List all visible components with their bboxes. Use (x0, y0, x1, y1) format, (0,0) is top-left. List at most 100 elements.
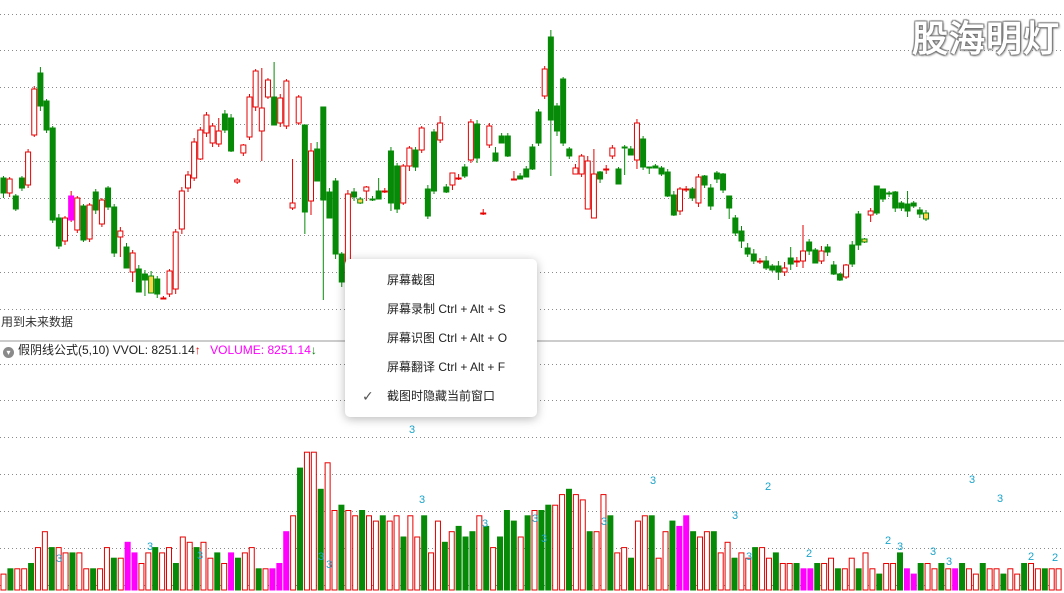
candle-body (517, 175, 524, 180)
candle-body (18, 177, 25, 189)
candle-body (683, 188, 690, 191)
candle-body (689, 188, 696, 199)
candle-body (105, 187, 112, 208)
volume-bar (490, 547, 497, 591)
volume-count-label: 3 (409, 424, 415, 436)
volume-label: VOLUME: (210, 343, 268, 357)
volume-bar (1028, 563, 1035, 591)
volume-bar (131, 552, 138, 591)
candle-body (461, 166, 468, 177)
volume-bar (276, 563, 283, 591)
volume-bar (365, 515, 372, 591)
candle-body (566, 148, 573, 157)
candle-body (701, 175, 708, 186)
candle-body (31, 88, 38, 136)
volume-bar (207, 557, 214, 591)
volume-bar (614, 552, 621, 591)
volume-bar (621, 547, 628, 591)
menu-item-label: 截图时隐藏当前窗口 (387, 389, 496, 403)
candle-body (584, 160, 591, 210)
candle-body (240, 144, 247, 154)
candle-body (627, 148, 634, 156)
volume-bar (648, 515, 655, 591)
candle-body (707, 187, 714, 207)
candle-body (203, 114, 210, 134)
volume-bar (993, 568, 1000, 591)
volume-bar (586, 531, 593, 591)
volume-count-label: 3 (532, 513, 538, 525)
candle-body (855, 213, 862, 246)
volume-bar (110, 557, 117, 591)
volume-count-label: 2 (1028, 551, 1034, 563)
volume-value: 8251.14 (267, 343, 311, 357)
candle-body (369, 198, 376, 201)
candle-body (898, 202, 905, 209)
volume-bar (28, 563, 35, 591)
volume-bar (124, 541, 131, 591)
volume-bar (503, 510, 510, 591)
candle-body (775, 265, 782, 273)
volume-bar (510, 520, 517, 591)
volume-bar (724, 541, 731, 591)
indicator-toggle-icon[interactable]: ▾ (3, 347, 14, 358)
candle-body (141, 273, 148, 281)
volume-bar (579, 499, 586, 591)
volume-count-label: 3 (969, 474, 975, 486)
volume-bar (517, 536, 524, 591)
candle-body (861, 238, 868, 243)
volume-bar (0, 573, 7, 591)
volume-bar (393, 515, 400, 591)
candle-body (670, 194, 677, 216)
volume-bar (83, 568, 90, 591)
menu-item-hide-window[interactable]: ✓ 截图时隐藏当前窗口 (345, 382, 537, 411)
volume-count-label: 3 (930, 546, 936, 558)
volume-bar (34, 547, 41, 591)
candle-body (111, 206, 118, 254)
volume-bar (386, 520, 393, 591)
candle-body (12, 195, 19, 210)
volume-bar (821, 563, 828, 591)
indicator-title[interactable]: 假阴线公式(5,10) (18, 343, 109, 357)
volume-bar (41, 531, 48, 591)
candle-body (178, 190, 185, 230)
volume-bar (407, 515, 414, 591)
volume-bar (855, 568, 862, 591)
candle-body (166, 270, 173, 295)
candle-body (357, 198, 364, 204)
vvol-value: 8251.14 (151, 343, 195, 357)
menu-item-screenshot[interactable]: 屏幕截图 (345, 266, 537, 295)
volume-bar (297, 467, 304, 591)
candle-body (55, 217, 62, 247)
candle-body (750, 253, 757, 262)
volume-bar (524, 515, 531, 591)
candle-body (308, 150, 314, 202)
candle-body (597, 171, 604, 180)
candle-body (800, 250, 806, 262)
volume-bar (166, 547, 173, 591)
menu-item-screen-record[interactable]: 屏幕录制 Ctrl + Alt + S (345, 295, 537, 324)
volume-count-label: 3 (318, 551, 324, 563)
volume-count-label: 2 (765, 481, 771, 493)
candle-body (523, 168, 530, 178)
candle-body (135, 268, 142, 293)
volume-bar (441, 541, 448, 591)
volume-bar (145, 552, 152, 591)
candle-body (578, 155, 585, 175)
menu-item-label: 屏幕截图 (387, 273, 436, 287)
candle-body (498, 135, 505, 144)
volume-bar (345, 510, 352, 591)
volume-bar (1055, 568, 1062, 591)
volume-bar (338, 504, 345, 591)
candle-body (209, 125, 216, 144)
volume-bar (655, 557, 662, 591)
volume-bar (241, 552, 248, 591)
volume-bar (814, 563, 821, 591)
candle-body (0, 177, 7, 194)
volume-bar (552, 504, 559, 591)
volume-bar (179, 536, 186, 591)
volume-bar (159, 552, 166, 591)
volume-bar (979, 563, 986, 591)
menu-item-screen-translate[interactable]: 屏幕翻译 Ctrl + Alt + F (345, 353, 537, 382)
menu-item-screen-recognize[interactable]: 屏幕识图 Ctrl + Alt + O (345, 324, 537, 353)
volume-bar (414, 536, 421, 591)
